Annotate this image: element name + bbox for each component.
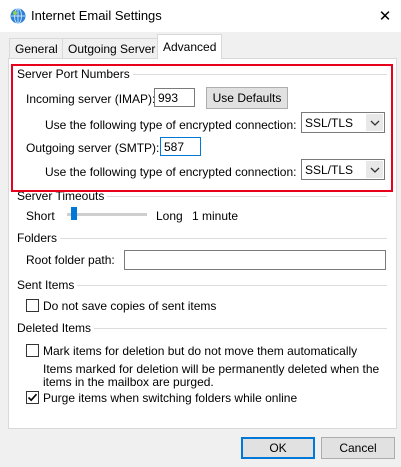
use-defaults-button[interactable]: Use Defaults [206, 87, 288, 109]
tab-outgoing-server[interactable]: Outgoing Server [62, 38, 162, 60]
tab-advanced[interactable]: Advanced [157, 34, 223, 59]
group-server-timeouts-label: Server Timeouts [17, 189, 108, 203]
incoming-encryption-label: Use the following type of encrypted conn… [45, 118, 297, 132]
outgoing-encryption-select[interactable]: SSL/TLS [301, 159, 385, 180]
mark-deletion-label[interactable]: Mark items for deletion but do not move … [43, 344, 357, 358]
tab-general[interactable]: General [9, 38, 64, 60]
outgoing-port-input[interactable]: 587 [160, 137, 201, 156]
incoming-encryption-value: SSL/TLS [305, 116, 354, 130]
incoming-encryption-select[interactable]: SSL/TLS [301, 112, 385, 133]
outgoing-encryption-label: Use the following type of encrypted conn… [45, 165, 297, 179]
purge-items-checkbox[interactable] [26, 391, 39, 404]
root-folder-label: Root folder path: [26, 253, 115, 267]
timeout-long-label: Long [156, 209, 183, 223]
deletion-note-line2: items in the mailbox are purged. [43, 375, 214, 389]
cancel-button[interactable]: Cancel [321, 437, 395, 459]
group-deleted-items-label: Deleted Items [17, 321, 95, 335]
window-title: Internet Email Settings [31, 8, 162, 23]
timeout-short-label: Short [26, 209, 55, 223]
chevron-down-icon [366, 161, 383, 178]
close-icon: ✕ [378, 8, 392, 25]
outgoing-encryption-value: SSL/TLS [305, 163, 354, 177]
mark-deletion-checkbox[interactable] [26, 344, 39, 357]
checkmark-icon [27, 393, 38, 402]
no-copies-label[interactable]: Do not save copies of sent items [43, 299, 216, 313]
group-sent-items-label: Sent Items [17, 278, 78, 292]
group-divider [18, 238, 387, 239]
timeout-value-label: 1 minute [192, 209, 239, 223]
purge-items-label[interactable]: Purge items when switching folders while… [43, 391, 297, 405]
outgoing-server-label: Outgoing server (SMTP): [26, 141, 160, 155]
chevron-down-icon [366, 114, 383, 131]
ok-button[interactable]: OK [241, 437, 315, 459]
incoming-server-label: Incoming server (IMAP): [26, 92, 156, 106]
group-folders-label: Folders [17, 231, 61, 245]
close-button[interactable]: ✕ [369, 2, 401, 30]
deletion-note-line1: Items marked for deletion will be perman… [43, 362, 380, 376]
timeout-slider-track[interactable] [67, 213, 147, 216]
no-copies-checkbox[interactable] [26, 299, 39, 312]
globe-mail-icon [10, 8, 26, 24]
root-folder-input[interactable] [124, 250, 386, 270]
incoming-port-input[interactable]: 993 [154, 88, 195, 107]
timeout-slider-thumb[interactable] [71, 207, 77, 220]
group-server-ports-label: Server Port Numbers [17, 67, 133, 81]
